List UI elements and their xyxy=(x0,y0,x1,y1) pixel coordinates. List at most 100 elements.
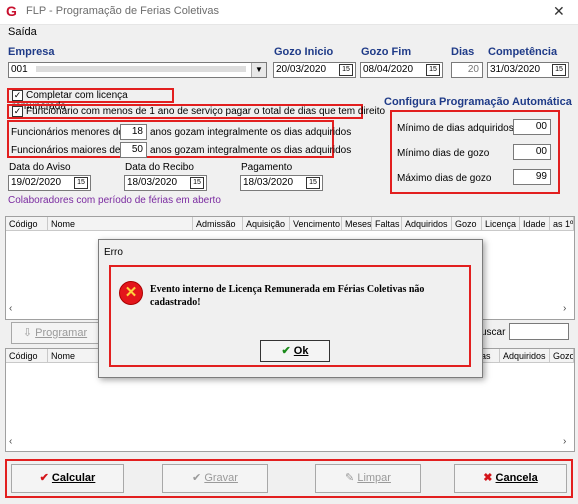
title-bar: G FLP - Programação de Ferias Coletivas … xyxy=(0,0,578,25)
scroll-right-icon[interactable]: › xyxy=(563,436,566,447)
col-header-aquisicao[interactable]: Aquisição xyxy=(243,217,290,231)
buscar-input[interactable] xyxy=(509,323,569,340)
min-gozo-field[interactable]: 00 xyxy=(513,144,551,160)
empresa-select[interactable]: 001 ▼ xyxy=(8,62,267,78)
ok-button[interactable]: ✔ Ok xyxy=(260,340,330,362)
data-aviso-value: 19/02/2020 xyxy=(11,177,62,188)
app-logo-icon: G xyxy=(6,3,17,19)
menu-item-saida[interactable]: Saída xyxy=(8,26,37,38)
gravar-button[interactable]: ✔ Gravar xyxy=(162,464,268,493)
calcular-label: Calcular xyxy=(51,472,96,484)
checkbox-checked-icon[interactable]: ✓ xyxy=(12,90,23,101)
gravar-label: Gravar xyxy=(204,472,238,484)
limpar-button[interactable]: ✎ Limpar xyxy=(315,464,421,493)
competencia-value: 31/03/2020 xyxy=(490,64,541,75)
check-icon: ✔ xyxy=(192,472,202,484)
menores-field[interactable]: 18 xyxy=(120,124,147,140)
gozo-inicio-field[interactable]: 20/03/2020 15 xyxy=(273,62,356,78)
min-adq-field[interactable]: 00 xyxy=(513,119,551,135)
close-icon[interactable]: ✕ xyxy=(553,3,565,20)
idade-config-box: Funcionários menores de 18 anos gozam in… xyxy=(7,120,351,158)
gozo-fim-field[interactable]: 08/04/2020 15 xyxy=(360,62,443,78)
error-icon: ✕ xyxy=(119,281,143,305)
col-header-gozo[interactable]: Gozo xyxy=(452,217,482,231)
col-header-meses[interactable]: Meses xyxy=(342,217,372,231)
col-header-adquiridos[interactable]: Adquiridos xyxy=(402,217,452,231)
dialog-body: ✕ Evento interno de Licença Remunerada e… xyxy=(109,265,471,367)
dialog-message: Evento interno de Licença Remunerada em … xyxy=(150,284,425,308)
maiores-pre-label: Funcionários maiores de xyxy=(11,145,121,156)
scroll-left-icon[interactable]: ‹ xyxy=(9,436,12,447)
max-gozo-field[interactable]: 99 xyxy=(513,169,551,185)
check-icon: ✔ xyxy=(281,345,291,357)
col-header-idade[interactable]: Idade xyxy=(520,217,550,231)
col-header-extra[interactable]: as 1ºO xyxy=(550,217,574,231)
pagamento-field[interactable]: 18/03/2020 15 xyxy=(240,175,323,191)
auto-config-box: Mínimo de dias adquiridos 00 Mínimo dias… xyxy=(390,110,560,194)
calendar-icon[interactable]: 15 xyxy=(339,64,353,76)
dias-field: 20 xyxy=(451,62,483,78)
calendar-icon[interactable]: 15 xyxy=(426,64,440,76)
dias-label: Dias xyxy=(451,46,475,58)
auto-config-title: Configura Programação Automática xyxy=(384,96,572,108)
col-header-codigo[interactable]: Código xyxy=(6,217,48,231)
close-icon: ✖ xyxy=(483,472,493,484)
calcular-button[interactable]: ✔ Calcular xyxy=(11,464,124,493)
col-header-vencimento[interactable]: Vencimento xyxy=(290,217,342,231)
cancela-button[interactable]: ✖ Cancela xyxy=(454,464,567,493)
data-aviso-label: Data do Aviso xyxy=(9,162,71,173)
gozo-fim-label: Gozo Fim xyxy=(361,46,412,58)
checkbox-checked-icon[interactable]: ✓ xyxy=(12,106,23,117)
ok-label: Ok xyxy=(293,345,309,357)
check-menos-1-ano-row[interactable]: ✓ Funcionario com menos de 1 ano de servi… xyxy=(7,104,385,119)
data-aviso-field[interactable]: 19/02/2020 15 xyxy=(8,175,91,191)
empresa-label: Empresa xyxy=(8,46,55,58)
calendar-icon[interactable]: 15 xyxy=(552,64,566,76)
menores-post-label: anos gozam integralmente os dias adquiri… xyxy=(150,127,352,138)
pagamento-value: 18/03/2020 xyxy=(243,177,294,188)
arrow-down-icon: ⇩ xyxy=(22,327,33,339)
calendar-icon[interactable]: 15 xyxy=(190,177,204,189)
maiores-field[interactable]: 50 xyxy=(120,142,147,158)
calendar-icon[interactable]: 15 xyxy=(74,177,88,189)
buscar-label: uscar xyxy=(481,327,506,338)
col-header-licenca[interactable]: Licença xyxy=(482,217,520,231)
eraser-icon: ✎ xyxy=(345,472,355,484)
menores-pre-label: Funcionários menores de xyxy=(11,127,124,138)
gozo-inicio-label: Gozo Inicio xyxy=(274,46,334,58)
menu-bar: Saída xyxy=(0,25,578,41)
col-header-codigo[interactable]: Código xyxy=(6,349,48,363)
gozo-inicio-value: 20/03/2020 xyxy=(276,64,327,75)
error-dialog: Erro ✕ Evento interno de Licença Remuner… xyxy=(98,239,483,378)
programar-button[interactable]: ⇩ Programar xyxy=(11,322,99,344)
competencia-field[interactable]: 31/03/2020 15 xyxy=(487,62,569,78)
maiores-post-label: anos gozam integralmente os dias adquiri… xyxy=(150,145,352,156)
col-header-gozo[interactable]: Gozo xyxy=(550,349,574,363)
check-licenca-row[interactable]: ✓ Completar com licença remunerada xyxy=(7,88,174,112)
scroll-left-icon[interactable]: ‹ xyxy=(9,303,12,314)
chevron-down-icon[interactable]: ▼ xyxy=(251,63,266,77)
col-header-faltas[interactable]: Faltas xyxy=(372,217,402,231)
colaboradores-label: Colaboradores com período de férias em a… xyxy=(8,195,221,206)
limpar-label: Limpar xyxy=(357,472,391,484)
dialog-title: Erro xyxy=(104,247,123,258)
min-adq-label: Mínimo de dias adquiridos xyxy=(397,123,514,134)
min-gozo-label: Mínimo dias de gozo xyxy=(397,148,490,159)
programar-label: Programar xyxy=(35,327,88,339)
col-header-admissao[interactable]: Admissão xyxy=(193,217,243,231)
gozo-fim-value: 08/04/2020 xyxy=(363,64,414,75)
data-recibo-label: Data do Recibo xyxy=(125,162,194,173)
cancela-label: Cancela xyxy=(495,472,538,484)
pagamento-label: Pagamento xyxy=(241,162,293,173)
competencia-label: Competência xyxy=(488,46,558,58)
col-header-nome[interactable]: Nome xyxy=(48,217,193,231)
data-recibo-value: 18/03/2020 xyxy=(127,177,178,188)
data-recibo-field[interactable]: 18/03/2020 15 xyxy=(124,175,207,191)
empresa-value: 001 xyxy=(11,64,28,75)
col-header-adquiridos[interactable]: Adquiridos xyxy=(500,349,550,363)
check-menos-1-ano-label: Funcionario com menos de 1 ano de serviç… xyxy=(26,106,386,118)
empresa-name-redacted xyxy=(36,66,247,73)
scroll-right-icon[interactable]: › xyxy=(563,303,566,314)
window-title: FLP - Programação de Ferias Coletivas xyxy=(26,5,219,17)
calendar-icon[interactable]: 15 xyxy=(306,177,320,189)
